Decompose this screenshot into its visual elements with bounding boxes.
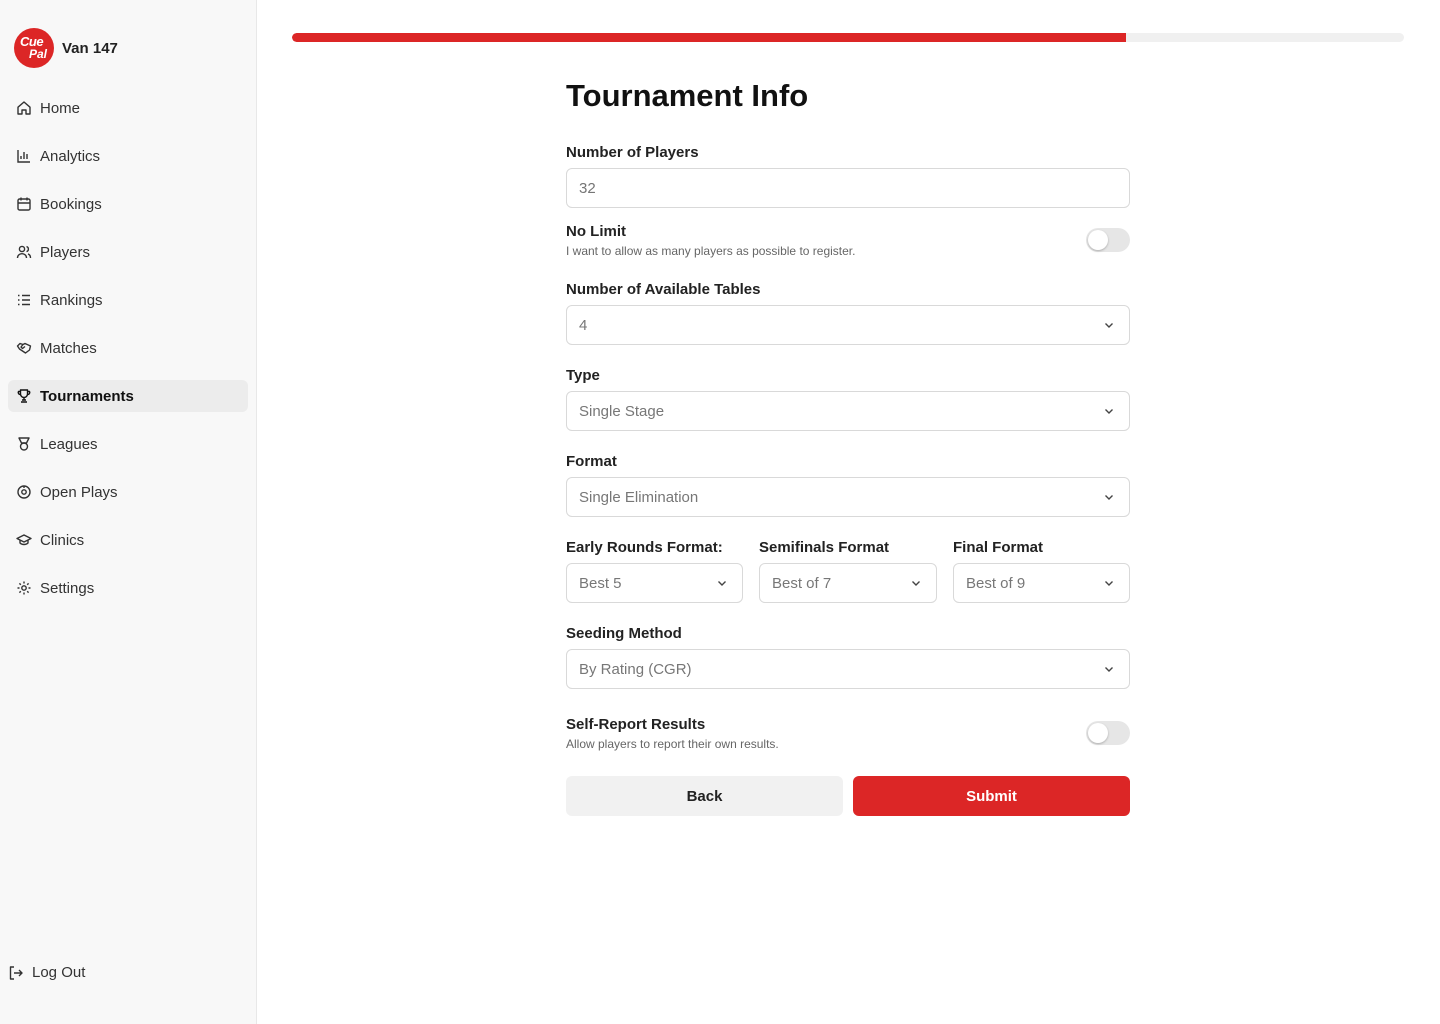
logout-button[interactable]: Log Out xyxy=(8,964,85,981)
early-rounds-value: Best 5 xyxy=(579,574,622,592)
format-label: Format xyxy=(566,453,617,470)
toggle-knob xyxy=(1088,723,1108,743)
sidebar-item-home[interactable]: Home xyxy=(8,92,248,124)
sidebar: Cue Pal Van 147 Home Analytics Bookings … xyxy=(0,0,257,1024)
chevron-down-icon xyxy=(1105,581,1113,586)
final-label: Final Format xyxy=(953,539,1044,556)
sidebar-item-leagues[interactable]: Leagues xyxy=(8,428,248,460)
toggle-knob xyxy=(1088,230,1108,250)
sidebar-nav: Home Analytics Bookings Players Rankings… xyxy=(8,92,248,620)
early-rounds-select[interactable]: Best 5 xyxy=(566,563,743,603)
players-label: Number of Players xyxy=(566,144,699,161)
seeding-value: By Rating (CGR) xyxy=(579,660,692,678)
trophy-icon xyxy=(16,388,32,404)
tables-select[interactable]: 4 xyxy=(566,305,1130,345)
sidebar-item-settings[interactable]: Settings xyxy=(8,572,248,604)
format-value: Single Elimination xyxy=(579,488,699,506)
venue-name: Van 147 xyxy=(62,39,118,57)
medal-icon xyxy=(16,436,32,452)
semifinals-value: Best of 7 xyxy=(772,574,832,592)
no-limit-description: I want to allow as many players as possi… xyxy=(566,244,856,258)
logout-label: Log Out xyxy=(32,964,86,981)
seeding-select[interactable]: By Rating (CGR) xyxy=(566,649,1130,689)
sidebar-item-open-plays[interactable]: Open Plays xyxy=(8,476,248,508)
self-report-description: Allow players to report their own result… xyxy=(566,737,779,751)
sidebar-item-bookings[interactable]: Bookings xyxy=(8,188,248,220)
self-report-label: Self-Report Results xyxy=(566,716,706,733)
no-limit-label: No Limit xyxy=(566,223,626,240)
type-value: Single Stage xyxy=(579,402,665,420)
chevron-down-icon xyxy=(1105,409,1113,414)
sidebar-item-label: Leagues xyxy=(40,435,98,453)
back-button[interactable]: Back xyxy=(566,776,843,816)
sidebar-item-rankings[interactable]: Rankings xyxy=(8,284,248,316)
graduation-cap-icon xyxy=(16,532,32,548)
early-rounds-label: Early Rounds Format: xyxy=(566,539,723,556)
sidebar-item-label: Analytics xyxy=(40,147,101,165)
final-value: Best of 9 xyxy=(966,574,1026,592)
no-limit-toggle[interactable] xyxy=(1086,228,1130,252)
sidebar-item-label: Tournaments xyxy=(40,387,134,405)
self-report-toggle[interactable] xyxy=(1086,721,1130,745)
target-icon xyxy=(16,484,32,500)
cuepal-logo: Cue Pal xyxy=(14,28,54,68)
progress-bar xyxy=(292,33,1404,42)
handshake-icon xyxy=(16,340,32,356)
sidebar-item-matches[interactable]: Matches xyxy=(8,332,248,364)
sidebar-item-clinics[interactable]: Clinics xyxy=(8,524,248,556)
seeding-label: Seeding Method xyxy=(566,625,682,642)
logo-text-2: Pal xyxy=(29,47,48,61)
sidebar-item-label: Matches xyxy=(40,339,97,357)
players-input[interactable] xyxy=(566,168,1130,208)
semifinals-select[interactable]: Best of 7 xyxy=(759,563,937,603)
submit-button[interactable]: Submit xyxy=(853,776,1130,816)
chevron-down-icon xyxy=(718,581,726,586)
sidebar-item-analytics[interactable]: Analytics xyxy=(8,140,248,172)
format-select[interactable]: Single Elimination xyxy=(566,477,1130,517)
final-select[interactable]: Best of 9 xyxy=(953,563,1130,603)
page-title: Tournament Info xyxy=(566,78,809,113)
tables-value: 4 xyxy=(579,316,588,334)
type-label: Type xyxy=(566,367,600,384)
list-ordered-icon xyxy=(16,292,32,308)
logout-icon xyxy=(8,965,24,981)
calendar-icon xyxy=(16,196,32,212)
progress-fill xyxy=(292,33,1126,42)
bar-chart-icon xyxy=(16,148,32,164)
type-select[interactable]: Single Stage xyxy=(566,391,1130,431)
sidebar-item-label: Players xyxy=(40,243,91,261)
chevron-down-icon xyxy=(1105,495,1113,500)
sidebar-item-label: Home xyxy=(40,99,81,117)
gear-icon xyxy=(16,580,32,596)
brand[interactable]: Cue Pal Van 147 xyxy=(14,28,118,68)
home-icon xyxy=(16,100,32,116)
sidebar-item-label: Open Plays xyxy=(40,483,118,501)
sidebar-item-tournaments[interactable]: Tournaments xyxy=(8,380,248,412)
sidebar-item-players[interactable]: Players xyxy=(8,236,248,268)
chevron-down-icon xyxy=(912,581,920,586)
chevron-down-icon xyxy=(1105,323,1113,328)
semifinals-label: Semifinals Format xyxy=(759,539,890,556)
users-icon xyxy=(16,244,32,260)
sidebar-item-label: Rankings xyxy=(40,291,103,309)
sidebar-item-label: Clinics xyxy=(40,531,85,549)
sidebar-item-label: Settings xyxy=(40,579,95,597)
sidebar-item-label: Bookings xyxy=(40,195,102,213)
chevron-down-icon xyxy=(1105,667,1113,672)
tables-label: Number of Available Tables xyxy=(566,281,761,298)
